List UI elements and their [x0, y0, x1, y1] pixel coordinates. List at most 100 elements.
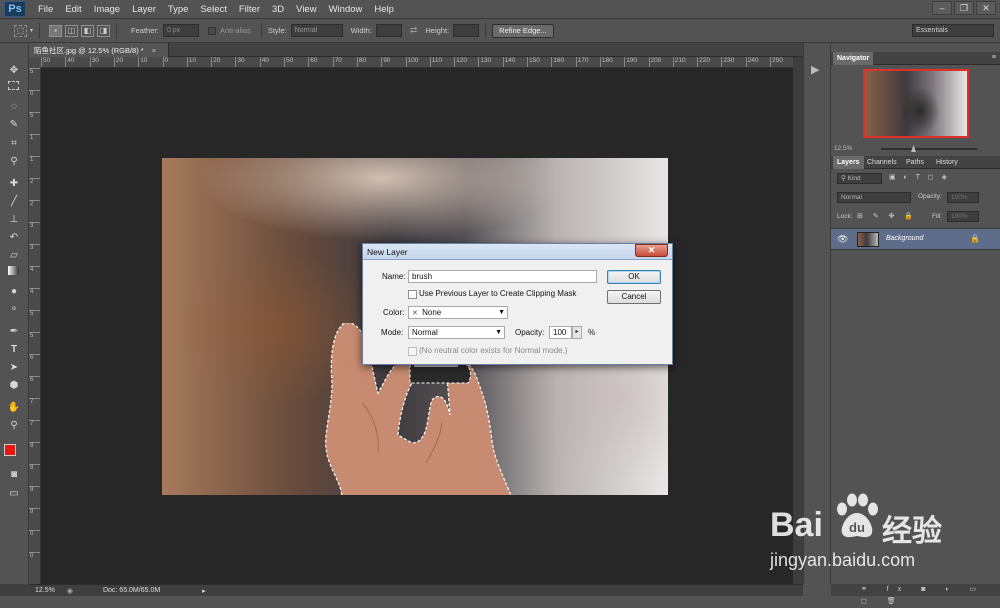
restore-icon[interactable]: ❐ [954, 1, 974, 15]
marquee-preset-icon[interactable]: ⬚ [14, 24, 27, 37]
marquee-tool-icon[interactable] [8, 81, 19, 90]
ruler-tick-label: 5 [29, 310, 40, 318]
brush-tool-icon[interactable]: ╱ [6, 194, 22, 208]
move-tool-icon[interactable]: ✥ [6, 63, 22, 77]
navigator-zoom[interactable]: 12.5% [834, 145, 852, 152]
blend-mode-select[interactable]: Normal [837, 192, 911, 203]
dodge-tool-icon[interactable]: ⚬ [6, 302, 22, 316]
ruler-tick-label: 0 [29, 90, 40, 98]
menu-select[interactable]: Select [194, 0, 232, 19]
shape-tool-icon[interactable]: ⬢ [6, 378, 22, 392]
menu-edit[interactable]: Edit [59, 0, 87, 19]
cancel-button[interactable]: Cancel [607, 290, 661, 304]
blur-tool-icon[interactable]: ● [6, 284, 22, 298]
fill-input[interactable]: 100% [947, 211, 979, 222]
stamp-tool-icon[interactable]: ⊥ [6, 212, 22, 226]
lock-icons[interactable]: ⊞ ✎ ✥ 🔒 [857, 212, 917, 220]
menu-filter[interactable]: Filter [233, 0, 266, 19]
status-menu-icon[interactable]: ▸ [202, 587, 206, 595]
ruler-tick-label: 6 [29, 354, 40, 362]
path-select-tool-icon[interactable]: ➤ [6, 360, 22, 374]
preset-dropdown-icon[interactable]: ▾ [30, 27, 33, 34]
height-input[interactable] [453, 24, 480, 37]
neutral-color-checkbox[interactable] [408, 347, 417, 356]
lasso-tool-icon[interactable]: ◌ [6, 99, 22, 113]
menu-help[interactable]: Help [368, 0, 400, 19]
tab-history[interactable]: History [932, 156, 962, 169]
play-icon[interactable]: ▶ [811, 63, 819, 76]
antialias-checkbox[interactable] [207, 26, 216, 35]
ruler-tick-label: 8 [29, 464, 40, 472]
ruler-tick-label: 8 [29, 442, 40, 450]
tab-navigator[interactable]: Navigator [833, 52, 874, 65]
visibility-eye-icon[interactable]: 👁 [837, 234, 848, 245]
tab-paths[interactable]: Paths [902, 156, 928, 169]
filter-icons[interactable]: ▣ ◐ T ◻ ◈ [889, 173, 950, 181]
ruler-tick-label: 1 [29, 156, 40, 164]
ruler-tick-label: 0 [29, 530, 40, 538]
close-icon[interactable]: ✕ [976, 1, 996, 15]
navigator-zoom-slider[interactable] [881, 148, 977, 150]
quick-mask-icon[interactable]: ◙ [6, 467, 22, 481]
document-tab[interactable]: 陌鱼社区.jpg @ 12.5% (RGB/8) * × [29, 43, 169, 57]
layer-row-background[interactable]: 👁 Background 🔒 [831, 228, 1000, 250]
status-icon[interactable]: ◉ [67, 587, 73, 595]
workspace-select[interactable]: Essentials [912, 24, 994, 37]
healing-tool-icon[interactable]: ✚ [6, 176, 22, 190]
screen-mode-icon[interactable]: ▭ [6, 486, 22, 500]
clipping-mask-checkbox[interactable] [408, 290, 417, 299]
ok-button[interactable]: OK [607, 270, 661, 284]
layer-name-input[interactable]: brush [408, 270, 597, 283]
tab-channels[interactable]: Channels [863, 156, 901, 169]
opacity-input[interactable]: 100 [549, 326, 572, 339]
history-brush-tool-icon[interactable]: ↶ [6, 230, 22, 244]
zoom-level[interactable]: 12.5% [35, 587, 55, 594]
feather-input[interactable]: 0 px [162, 24, 199, 37]
opacity-dropdown-icon[interactable]: ▸ [572, 326, 582, 339]
style-select[interactable]: Normal [290, 24, 343, 37]
foreground-color-swatch[interactable] [4, 444, 16, 456]
layers-header: Layers Channels Paths History [831, 156, 1000, 169]
eyedropper-tool-icon[interactable]: ⚲ [6, 154, 22, 168]
gradient-tool-icon[interactable] [8, 266, 19, 275]
ruler-tick-label: 190 [624, 57, 637, 67]
quick-select-tool-icon[interactable]: ✎ [6, 117, 22, 131]
menu-window[interactable]: Window [323, 0, 369, 19]
menu-image[interactable]: Image [88, 0, 126, 19]
swap-icon[interactable]: ⇄ [410, 25, 418, 36]
minimize-icon[interactable]: – [932, 1, 952, 15]
ruler-tick-label: 6 [29, 376, 40, 384]
panel-menu-icon[interactable]: ≡ [992, 54, 996, 61]
zoom-tool-icon[interactable]: ⚲ [6, 418, 22, 432]
pen-tool-icon[interactable]: ✒ [6, 324, 22, 338]
opacity-input[interactable]: 100% [947, 192, 979, 203]
menu-layer[interactable]: Layer [126, 0, 162, 19]
mode-select[interactable]: Normal ▼ [408, 326, 505, 339]
refine-edge-button[interactable]: Refine Edge... [492, 23, 554, 38]
new-selection-icon[interactable]: ▪ [49, 24, 63, 37]
eraser-tool-icon[interactable]: ▱ [6, 248, 22, 262]
layer-kind-filter[interactable]: ⚲ Kind [837, 173, 882, 184]
layer-name[interactable]: Background [886, 235, 923, 242]
menu-3d[interactable]: 3D [266, 0, 290, 19]
ruler-corner [29, 57, 41, 68]
color-select[interactable]: ✕ None ▼ [408, 306, 508, 319]
ruler-tick-label: 1 [29, 134, 40, 142]
watermark-brand-cn: 经验 [882, 515, 942, 548]
menu-file[interactable]: File [32, 0, 59, 19]
menu-view[interactable]: View [290, 0, 322, 19]
type-tool-icon[interactable]: T [6, 342, 22, 356]
navigator-thumbnail[interactable] [863, 69, 969, 138]
subtract-selection-icon[interactable]: ◧ [81, 24, 95, 37]
width-input[interactable] [375, 24, 402, 37]
tab-layers[interactable]: Layers [833, 156, 864, 169]
intersect-selection-icon[interactable]: ◨ [97, 24, 111, 37]
menu-type[interactable]: Type [162, 0, 195, 19]
dialog-close-icon[interactable]: ✕ [635, 244, 668, 257]
add-selection-icon[interactable]: ◫ [65, 24, 79, 37]
close-tab-icon[interactable]: × [152, 46, 156, 55]
crop-tool-icon[interactable]: ⌗ [6, 136, 22, 150]
hand-tool-icon[interactable]: ✋ [6, 400, 22, 414]
mode-label: Mode: [381, 328, 404, 337]
ruler-tick-label: 50 [284, 57, 293, 67]
